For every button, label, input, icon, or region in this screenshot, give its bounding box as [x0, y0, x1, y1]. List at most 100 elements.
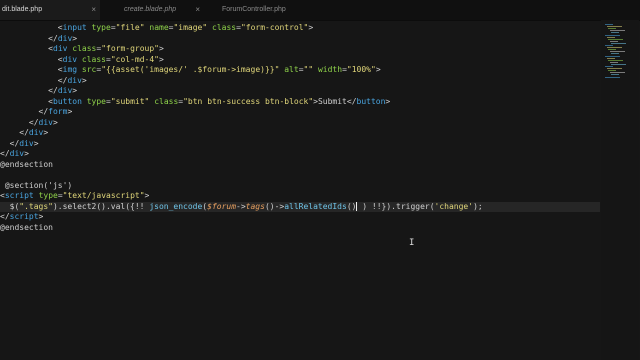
code-token: ) !!}).trigger( — [357, 201, 435, 211]
code-token: "form-group" — [101, 44, 159, 53]
code-token: script — [9, 212, 39, 221]
code-token: </ — [48, 33, 58, 43]
minimap-line — [609, 51, 625, 53]
code-line[interactable]: <script type="text/javascript"> — [0, 191, 149, 202]
code-token: $forum — [207, 201, 237, 211]
minimap-line — [611, 32, 619, 34]
minimap-line — [605, 45, 613, 46]
code-token: 'change' — [434, 201, 474, 211]
code-token: > — [144, 191, 150, 200]
code-token: > — [24, 149, 29, 158]
minimap-line — [608, 28, 616, 30]
code-token: ".tags" — [19, 201, 53, 211]
code-token: div — [62, 54, 78, 64]
code-line[interactable]: </script> — [0, 212, 43, 223]
minimap-line — [606, 47, 622, 49]
minimap[interactable] — [601, 20, 639, 360]
code-token: div — [19, 138, 34, 148]
code-token: "col-md-4" — [110, 54, 159, 64]
code-token: @endsection — [0, 222, 53, 232]
code-line[interactable]: <button type="submit" class="btn btn-suc… — [0, 97, 390, 108]
code-line[interactable]: <input type="file" name="image" class="f… — [0, 23, 313, 34]
code-line[interactable]: </div> — [0, 118, 58, 129]
tab-forum-controller[interactable]: ForumController.php — [204, 0, 324, 20]
code-token: name — [149, 23, 169, 32]
code-token: type — [38, 191, 58, 200]
code-token: "file" — [115, 23, 145, 32]
code-token: button — [356, 96, 386, 106]
code-line[interactable]: </div> — [0, 149, 29, 160]
code-line[interactable]: $(".tags").select2().val({!! json_encode… — [0, 201, 600, 212]
code-token: ()-> — [264, 201, 285, 211]
code-line[interactable]: <img src="{{asset('images/' .$forum->ima… — [0, 65, 381, 76]
code-line[interactable]: @endsection — [0, 160, 53, 171]
code-token: "form-control" — [240, 23, 309, 32]
code-line[interactable]: </div> — [0, 34, 77, 45]
code-line[interactable]: <div class="col-md-4"> — [0, 55, 164, 66]
code-token: () — [346, 201, 357, 211]
code-token: @endsection — [0, 159, 53, 169]
code-line[interactable]: @endsection — [0, 223, 53, 234]
code-token: form — [48, 107, 68, 116]
code-line[interactable]: </div> — [0, 76, 87, 87]
code-line[interactable]: </div> — [0, 86, 77, 97]
code-line[interactable]: </div> — [0, 128, 48, 139]
code-line[interactable]: @section('js') — [0, 181, 72, 192]
code-token: </ — [0, 212, 10, 221]
code-line[interactable]: </form> — [0, 107, 73, 118]
code-editor[interactable]: <input type="file" name="image" class="f… — [0, 20, 600, 360]
minimap-line — [611, 63, 626, 65]
minimap-line — [609, 61, 618, 63]
tab-label: ForumController.php — [222, 6, 286, 13]
tab-edit-blade[interactable]: dit.blade.php × — [0, 0, 100, 20]
code-token: </ — [28, 117, 39, 127]
code-line[interactable]: <div class="form-group"> — [0, 44, 164, 55]
code-token: $( — [0, 201, 20, 211]
code-token: "submit" — [110, 96, 150, 106]
code-token: </ — [9, 138, 20, 148]
code-token: div — [57, 86, 73, 95]
code-token: > — [375, 65, 381, 74]
code-token: > — [67, 107, 73, 116]
code-token: class — [81, 54, 106, 64]
minimap-line — [605, 55, 620, 57]
minimap-line — [605, 24, 613, 25]
code-token: "" — [303, 65, 314, 74]
code-token: ).select2().val({!! — [52, 201, 150, 211]
code-token: type — [86, 96, 106, 106]
code-line[interactable]: </div> — [0, 139, 39, 150]
close-icon[interactable]: × — [195, 0, 200, 20]
minimap-line — [608, 38, 623, 40]
code-token: class — [154, 96, 179, 106]
code-token: allRelatedIds — [284, 201, 347, 211]
code-token: class — [212, 23, 237, 32]
code-token: > — [38, 212, 44, 221]
minimap-line — [605, 34, 620, 36]
code-token: "text/javascript" — [62, 191, 145, 200]
code-token: type — [91, 23, 111, 32]
minimap-line — [606, 57, 615, 59]
code-token: img — [62, 65, 78, 74]
code-token: > — [308, 23, 314, 32]
minimap-line — [608, 59, 623, 61]
code-token: > — [72, 86, 78, 95]
minimap-line — [605, 76, 620, 78]
code-token: input — [62, 23, 87, 32]
code-token: </ — [48, 86, 58, 95]
code-token: button — [53, 96, 82, 106]
code-token: width — [317, 65, 343, 74]
close-icon[interactable]: × — [91, 0, 96, 20]
code-token: </ — [0, 149, 10, 158]
code-token: @section('js') — [0, 180, 73, 190]
code-token: > — [159, 54, 164, 64]
code-token: "100%" — [346, 65, 376, 74]
code-token: src — [81, 65, 97, 74]
tab-create-blade[interactable]: create.blade.php × — [100, 0, 204, 20]
